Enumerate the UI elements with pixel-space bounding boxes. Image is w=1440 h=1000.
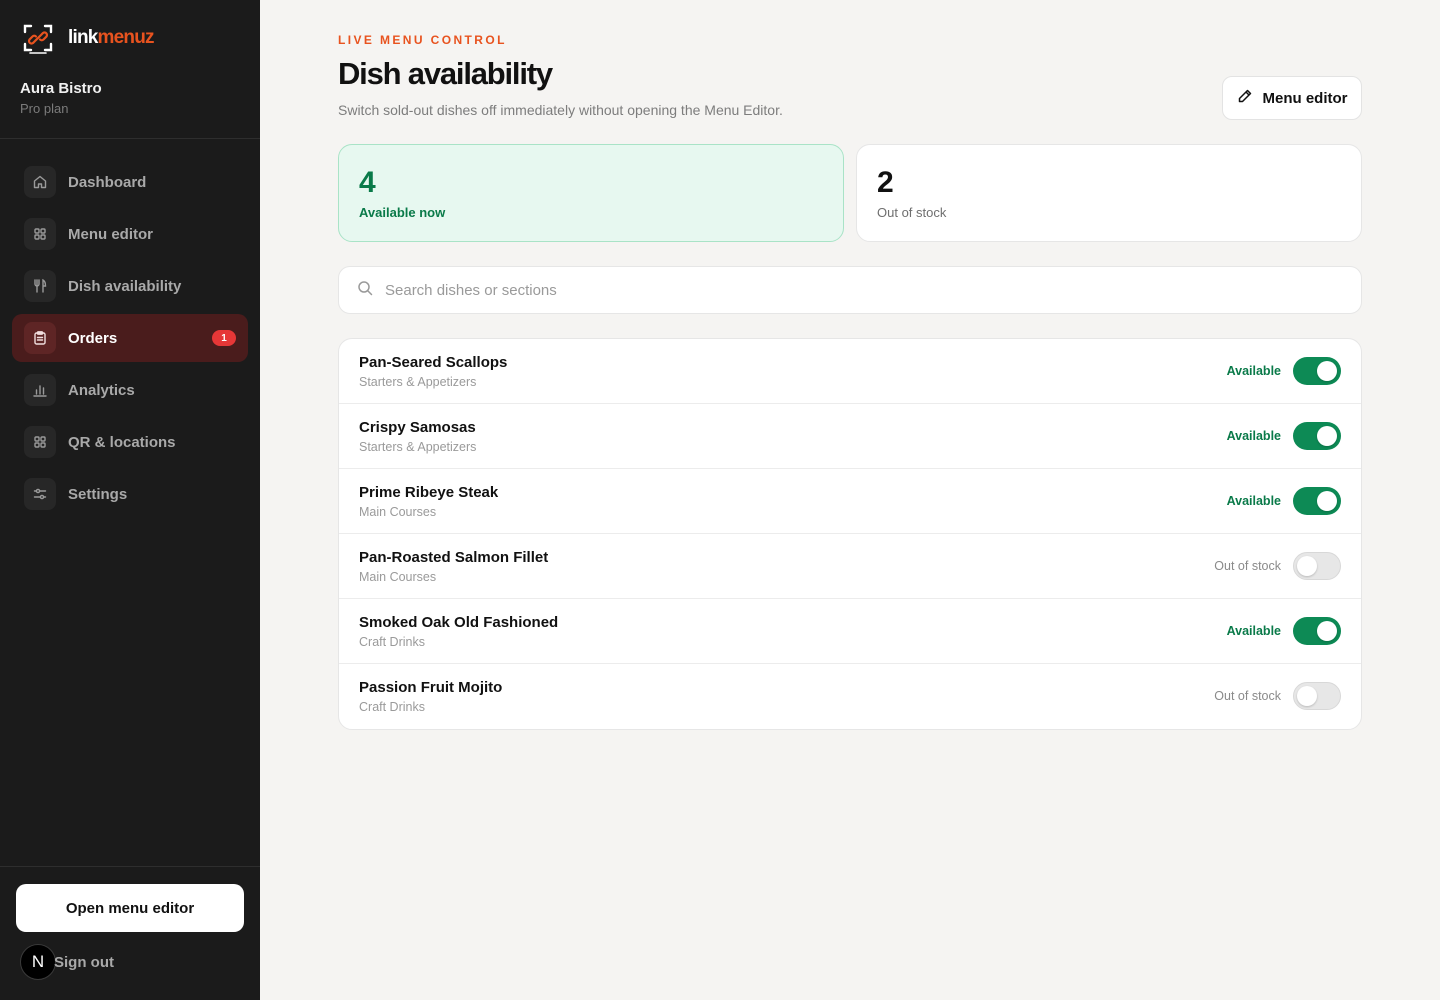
search-bar — [338, 266, 1362, 314]
toggle-knob — [1317, 621, 1337, 641]
sidebar-item-label: QR & locations — [68, 433, 176, 451]
sidebar-item-label: Dish availability — [68, 277, 182, 295]
dish-list: Pan-Seared Scallops Starters & Appetizer… — [338, 338, 1362, 730]
sidebar-item-label: Menu editor — [68, 225, 153, 243]
sidebar-item-label: Dashboard — [68, 173, 147, 191]
open-menu-editor-button[interactable]: Open menu editor — [16, 884, 244, 932]
available-now-card: 4 Available now — [338, 144, 844, 242]
dish-name: Passion Fruit Mojito — [359, 679, 503, 696]
sidebar-item-menu-editor[interactable]: Menu editor — [12, 210, 248, 258]
utensils-icon — [24, 270, 56, 302]
toggle-knob — [1317, 426, 1337, 446]
qr-frame-link-icon — [22, 22, 54, 54]
search-icon — [357, 280, 373, 301]
dish-row: Prime Ribeye Steak Main Courses Availabl… — [339, 469, 1361, 534]
qr-grid-icon — [24, 426, 56, 458]
brand[interactable]: linkmenuz — [22, 22, 155, 54]
toggle-knob — [1317, 491, 1337, 511]
grid-icon — [24, 218, 56, 250]
sidebar-item-label: Settings — [68, 485, 128, 503]
dish-section: Craft Drinks — [359, 635, 425, 649]
availability-toggle[interactable] — [1293, 617, 1341, 645]
sidebar-item-label: Orders — [68, 329, 118, 347]
sidebar-item-label: Analytics — [68, 381, 135, 399]
sidebar-item-qr-locations[interactable]: QR & locations — [12, 418, 248, 466]
avatar: N — [20, 944, 56, 980]
dish-section: Main Courses — [359, 505, 437, 519]
out-of-stock-card: 2 Out of stock — [856, 144, 1362, 242]
dish-status: Out of stock — [1214, 559, 1281, 573]
page-title: Dish availability — [338, 56, 553, 91]
search-input[interactable] — [385, 281, 1285, 299]
sign-out-button[interactable]: N Sign out — [20, 944, 114, 980]
sliders-icon — [24, 478, 56, 510]
dish-status: Available — [1226, 364, 1281, 378]
dish-row: Crispy Samosas Starters & Appetizers Ava… — [339, 404, 1361, 469]
dish-row: Passion Fruit Mojito Craft Drinks Out of… — [339, 664, 1361, 729]
dish-row: Smoked Oak Old Fashioned Craft Drinks Av… — [339, 599, 1361, 664]
bar-chart-icon — [24, 374, 56, 406]
dish-section: Main Courses — [359, 570, 437, 584]
dish-status: Available — [1226, 494, 1281, 508]
toggle-knob — [1297, 556, 1317, 576]
availability-toggle[interactable] — [1293, 422, 1341, 450]
account-info: Aura Bistro Pro plan — [20, 80, 102, 116]
dish-row: Pan-Seared Scallops Starters & Appetizer… — [339, 339, 1361, 404]
sidebar: linkmenuz Aura Bistro Pro plan Dashboard… — [0, 0, 260, 1000]
available-count: 4 — [359, 166, 376, 199]
dish-name: Crispy Samosas — [359, 419, 476, 436]
brand-menuz-text: menuz — [97, 27, 155, 48]
sidebar-item-dashboard[interactable]: Dashboard — [12, 158, 248, 206]
availability-toggle[interactable] — [1293, 682, 1341, 710]
sidebar-item-analytics[interactable]: Analytics — [12, 366, 248, 414]
dish-section: Craft Drinks — [359, 700, 425, 714]
availability-toggle[interactable] — [1293, 487, 1341, 515]
dish-name: Prime Ribeye Steak — [359, 484, 499, 501]
sidebar-item-orders[interactable]: Orders 1 — [12, 314, 248, 362]
dish-name: Pan-Seared Scallops — [359, 354, 508, 371]
account-plan: Pro plan — [20, 101, 69, 116]
sidebar-item-dish-availability[interactable]: Dish availability — [12, 262, 248, 310]
available-label: Available now — [359, 205, 446, 220]
dish-status: Out of stock — [1214, 689, 1281, 703]
clipboard-icon — [24, 322, 56, 354]
toggle-knob — [1297, 686, 1317, 706]
account-name: Aura Bistro — [20, 80, 102, 97]
dish-status: Available — [1226, 429, 1281, 443]
sidebar-divider — [0, 138, 260, 139]
toggle-knob — [1317, 361, 1337, 381]
dish-name: Smoked Oak Old Fashioned — [359, 614, 559, 631]
dish-row: Pan-Roasted Salmon Fillet Main Courses O… — [339, 534, 1361, 599]
availability-toggle[interactable] — [1293, 552, 1341, 580]
menu-editor-button-label: Menu editor — [1262, 89, 1348, 107]
pencil-icon — [1237, 88, 1253, 108]
availability-toggle[interactable] — [1293, 357, 1341, 385]
dish-section: Starters & Appetizers — [359, 375, 477, 389]
page-eyebrow: LIVE MENU CONTROL — [338, 33, 507, 47]
sidebar-item-settings[interactable]: Settings — [12, 470, 248, 518]
orders-count-badge: 1 — [212, 330, 236, 346]
dish-status: Available — [1226, 624, 1281, 638]
dish-section: Starters & Appetizers — [359, 440, 477, 454]
brand-wordmark: linkmenuz — [68, 27, 155, 49]
sign-out-label: Sign out — [54, 953, 114, 971]
brand-link-text: link — [68, 27, 98, 48]
out-of-stock-label: Out of stock — [877, 205, 947, 220]
sidebar-bottom-divider — [0, 866, 260, 867]
page-subtitle: Switch sold-out dishes off immediately w… — [338, 102, 783, 118]
home-icon — [24, 166, 56, 198]
sidebar-nav: Dashboard Menu editor Dish availability … — [12, 158, 248, 522]
out-of-stock-count: 2 — [877, 166, 894, 199]
dish-name: Pan-Roasted Salmon Fillet — [359, 549, 549, 566]
menu-editor-button[interactable]: Menu editor — [1222, 76, 1362, 120]
